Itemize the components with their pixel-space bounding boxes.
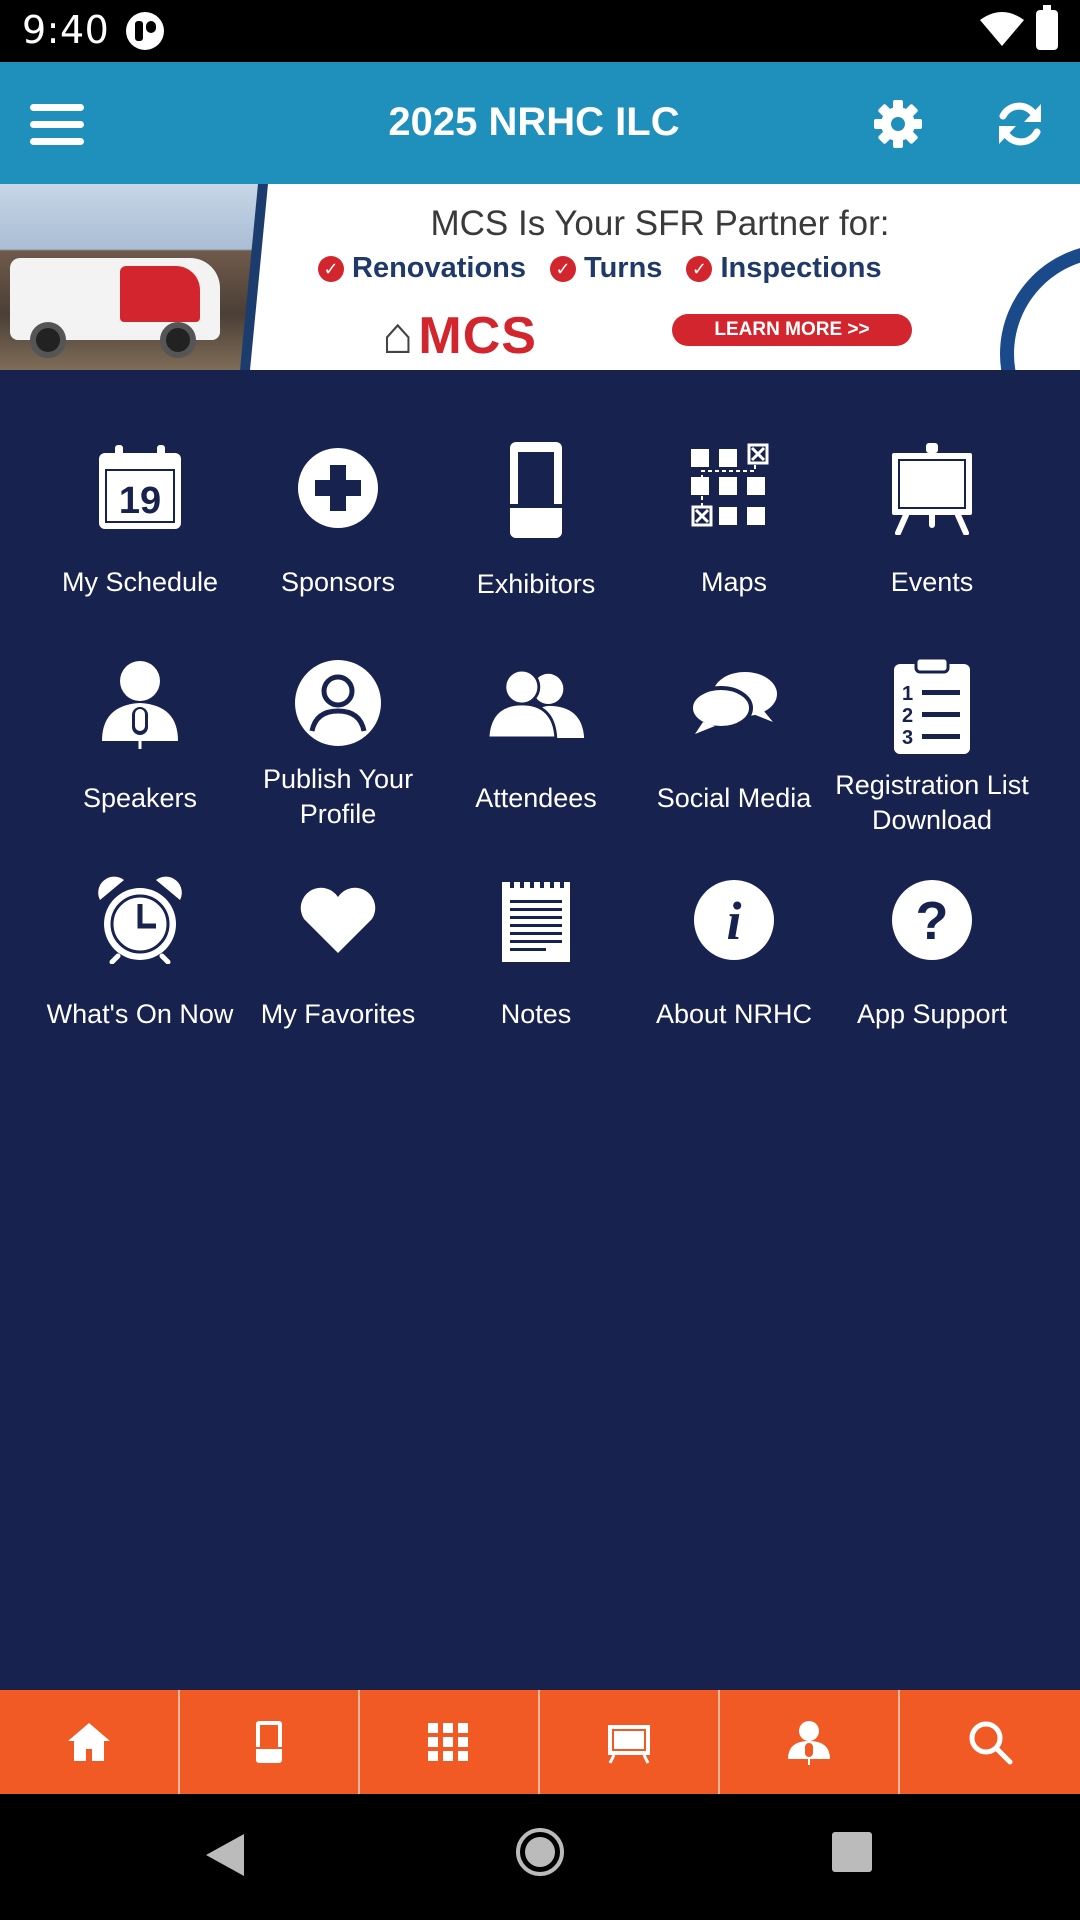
wifi-icon bbox=[980, 12, 1024, 46]
tile-about-nrhc[interactable]: i About NRHC bbox=[635, 872, 833, 1048]
house-logo-icon: ⌂ bbox=[382, 307, 415, 365]
home-button[interactable] bbox=[516, 1828, 564, 1876]
svg-text:1: 1 bbox=[902, 683, 913, 705]
numbered-list-icon: 1 2 3 bbox=[894, 656, 970, 754]
tile-my-schedule[interactable]: 19 My Schedule bbox=[41, 440, 239, 616]
status-bar: 9:40 bbox=[0, 0, 1080, 62]
svg-text:3: 3 bbox=[902, 727, 913, 749]
question-icon: ? bbox=[892, 880, 972, 961]
svg-text:i: i bbox=[726, 891, 741, 951]
map-grid-icon bbox=[428, 1723, 468, 1761]
tile-my-favorites[interactable]: My Favorites bbox=[239, 872, 437, 1048]
banner-checklist: ✓ Renovations ✓ Turns ✓ Inspections bbox=[318, 252, 882, 285]
heart-icon bbox=[300, 887, 376, 954]
bottom-nav bbox=[0, 1690, 1080, 1794]
banner-check-item: ✓ Turns bbox=[550, 252, 662, 285]
tile-events[interactable]: Events bbox=[833, 440, 1031, 616]
svg-text:2: 2 bbox=[902, 705, 913, 727]
check-icon: ✓ bbox=[550, 255, 577, 282]
mcs-logo: ⌂MCS bbox=[382, 307, 537, 365]
home-icon bbox=[68, 1723, 110, 1761]
tile-label: App Support bbox=[856, 998, 1008, 1029]
exhibitor-booth-icon bbox=[254, 1721, 284, 1763]
app-bar: 2025 NRHC ILC bbox=[0, 62, 1080, 184]
tile-publish-your-profile[interactable]: Publish Your Profile bbox=[239, 656, 437, 832]
info-icon: i bbox=[694, 880, 774, 961]
tile-label: Publish Your Profile bbox=[262, 764, 414, 829]
tile-attendees[interactable]: Attendees bbox=[437, 656, 635, 832]
check-icon: ✓ bbox=[318, 255, 344, 282]
tile-label: Sponsors bbox=[280, 566, 396, 597]
nav-events[interactable] bbox=[540, 1690, 720, 1794]
sponsor-banner[interactable]: MCS Is Your SFR Partner for: ✓ Renovation… bbox=[0, 184, 1080, 370]
notepad-icon bbox=[502, 878, 570, 963]
attendees-icon bbox=[486, 668, 585, 740]
speaker-icon bbox=[788, 1721, 830, 1765]
tile-label: Speakers bbox=[82, 782, 198, 813]
tile-label: Social Media bbox=[656, 782, 812, 813]
svg-text:19: 19 bbox=[119, 480, 161, 522]
refresh-icon[interactable] bbox=[994, 98, 1046, 150]
banner-check-item: ✓ Inspections bbox=[686, 252, 882, 285]
back-icon[interactable] bbox=[204, 1832, 246, 1878]
tile-maps[interactable]: Maps bbox=[635, 440, 833, 616]
tile-label: What's On Now bbox=[46, 998, 234, 1029]
alarm-clock-icon bbox=[98, 876, 182, 965]
tile-label: Maps bbox=[700, 566, 768, 597]
tile-social-media[interactable]: Social Media bbox=[635, 656, 833, 832]
recent-apps-button[interactable] bbox=[832, 1832, 872, 1872]
feature-grid: 19 My Schedule Sponsors Exhibitors Maps … bbox=[41, 440, 1031, 1048]
tile-sponsors[interactable]: Sponsors bbox=[239, 440, 437, 616]
banner-arc bbox=[1000, 244, 1080, 370]
map-grid-icon bbox=[691, 443, 769, 527]
tile-label: My Favorites bbox=[260, 998, 416, 1029]
exhibitor-booth-icon bbox=[508, 442, 564, 538]
easel-icon bbox=[892, 443, 972, 536]
tile-label: My Schedule bbox=[61, 566, 219, 597]
profile-icon bbox=[295, 660, 381, 746]
speaker-icon bbox=[102, 661, 178, 750]
app-notification-icon bbox=[126, 12, 164, 50]
tile-label: Registration List Download bbox=[835, 770, 1029, 835]
search-icon bbox=[969, 1721, 1013, 1765]
status-time: 9:40 bbox=[22, 8, 110, 52]
banner-truck-photo bbox=[0, 184, 262, 370]
calendar-icon: 19 bbox=[99, 445, 181, 530]
tile-label: Exhibitors bbox=[476, 568, 596, 599]
tile-app-support[interactable]: ? App Support bbox=[833, 872, 1031, 1048]
tile-label: About NRHC bbox=[655, 998, 813, 1029]
banner-headline: MCS Is Your SFR Partner for: bbox=[430, 204, 890, 243]
tile-label: Notes bbox=[500, 998, 572, 1029]
plus-circle-icon bbox=[298, 448, 378, 529]
learn-more-button[interactable]: LEARN MORE >> bbox=[672, 314, 912, 346]
tile-label: Events bbox=[890, 566, 974, 597]
tile-label: Attendees bbox=[475, 782, 597, 813]
svg-text:?: ? bbox=[916, 891, 949, 951]
tile-registration-list-download[interactable]: 1 2 3 Registration List Download bbox=[833, 656, 1031, 835]
tile-speakers[interactable]: Speakers bbox=[41, 656, 239, 832]
easel-icon bbox=[608, 1725, 650, 1764]
tile-exhibitors[interactable]: Exhibitors bbox=[437, 440, 635, 616]
nav-search[interactable] bbox=[900, 1690, 1080, 1794]
battery-icon bbox=[1036, 5, 1058, 50]
main-content: 19 My Schedule Sponsors Exhibitors Maps … bbox=[0, 370, 1080, 1690]
chat-bubbles-icon bbox=[689, 672, 777, 735]
check-icon: ✓ bbox=[686, 255, 713, 282]
gear-icon[interactable] bbox=[872, 98, 924, 150]
system-nav-bar bbox=[0, 1794, 1080, 1920]
tile-whats-on-now[interactable]: What's On Now bbox=[41, 872, 239, 1048]
nav-speakers[interactable] bbox=[720, 1690, 900, 1794]
nav-home[interactable] bbox=[0, 1690, 180, 1794]
tile-notes[interactable]: Notes bbox=[437, 872, 635, 1048]
nav-maps[interactable] bbox=[360, 1690, 540, 1794]
nav-exhibitors[interactable] bbox=[180, 1690, 360, 1794]
banner-check-item: ✓ Renovations bbox=[318, 252, 526, 285]
